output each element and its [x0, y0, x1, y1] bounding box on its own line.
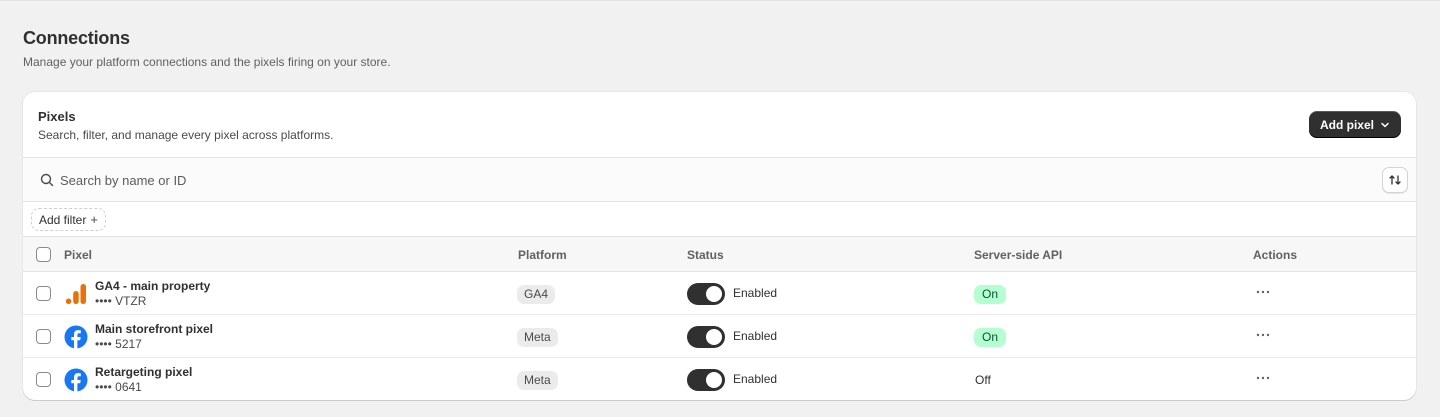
- page-subtitle: Manage your platform connections and the…: [23, 55, 391, 69]
- server-side-text: Off: [975, 373, 991, 387]
- platform-badge: Meta: [517, 371, 558, 390]
- pixel-id: •••• VTZR: [95, 294, 147, 308]
- table-row[interactable]: Retargeting pixel •••• 0641 Meta Enabled…: [23, 358, 1416, 400]
- card-header: Pixels Search, filter, and manage every …: [23, 92, 1416, 158]
- table-row[interactable]: Main storefront pixel •••• 5217 Meta Ena…: [23, 315, 1416, 358]
- row-checkbox[interactable]: [36, 372, 51, 387]
- platform-badge: GA4: [517, 285, 556, 304]
- table-row[interactable]: GA4 - main property •••• VTZR GA4 Enable…: [23, 272, 1416, 315]
- row-actions-button[interactable]: [1251, 367, 1275, 389]
- facebook-icon: [64, 368, 88, 392]
- search-icon: [40, 173, 54, 187]
- facebook-icon: [64, 325, 88, 349]
- card-subtitle: Search, filter, and manage every pixel a…: [38, 128, 334, 142]
- row-actions-button[interactable]: [1251, 324, 1275, 346]
- search-bar: [23, 158, 1416, 202]
- status-toggle[interactable]: [687, 326, 725, 348]
- status-toggle[interactable]: [687, 369, 725, 391]
- row-checkbox[interactable]: [36, 286, 51, 301]
- plus-icon: +: [90, 212, 98, 227]
- status-text: Enabled: [733, 286, 778, 300]
- column-header-platform[interactable]: Platform: [518, 248, 567, 262]
- more-horizontal-icon: [1256, 376, 1270, 380]
- row-checkbox[interactable]: [36, 329, 51, 344]
- column-header-pixel[interactable]: Pixel: [64, 248, 92, 262]
- page-title: Connections: [23, 28, 130, 48]
- server-side-badge: On: [974, 328, 1007, 347]
- pixel-id: •••• 5217: [95, 337, 142, 351]
- status-toggle[interactable]: [687, 283, 725, 305]
- pixel-name[interactable]: Main storefront pixel: [95, 322, 213, 336]
- column-header-status[interactable]: Status: [687, 248, 724, 262]
- select-all-checkbox[interactable]: [36, 247, 51, 262]
- platform-badge: Meta: [517, 328, 558, 347]
- pixel-id: •••• 0641: [95, 380, 142, 394]
- table-header: Pixel Platform Status Server-side API Ac…: [23, 237, 1416, 272]
- page-header: Connections Manage your platform connect…: [23, 28, 391, 69]
- more-horizontal-icon: [1256, 290, 1270, 294]
- row-actions-button[interactable]: [1251, 281, 1275, 303]
- filter-row: Add filter +: [23, 202, 1416, 237]
- status-text: Enabled: [733, 329, 778, 343]
- card-title: Pixels: [38, 109, 76, 124]
- sort-icon: [1389, 175, 1401, 185]
- search-input[interactable]: [60, 170, 660, 190]
- pixel-name[interactable]: GA4 - main property: [95, 279, 210, 293]
- add-pixel-button[interactable]: Add pixel: [1308, 111, 1401, 138]
- pixel-name[interactable]: Retargeting pixel: [95, 365, 192, 379]
- add-filter-button[interactable]: Add filter +: [31, 208, 106, 231]
- status-text: Enabled: [733, 372, 778, 386]
- add-pixel-label: Add pixel: [1319, 117, 1374, 132]
- add-filter-label: Add filter: [39, 212, 87, 227]
- chevron-down-icon: [1381, 122, 1389, 127]
- google-analytics-icon: [65, 284, 86, 305]
- more-horizontal-icon: [1256, 333, 1270, 337]
- column-header-actions: Actions: [1253, 248, 1298, 262]
- server-side-badge: On: [974, 285, 1007, 304]
- pixels-card: Pixels Search, filter, and manage every …: [23, 92, 1416, 400]
- sort-button[interactable]: [1382, 167, 1408, 193]
- column-header-server-side-api[interactable]: Server-side API: [974, 248, 1062, 262]
- top-divider: [0, 0, 1440, 1]
